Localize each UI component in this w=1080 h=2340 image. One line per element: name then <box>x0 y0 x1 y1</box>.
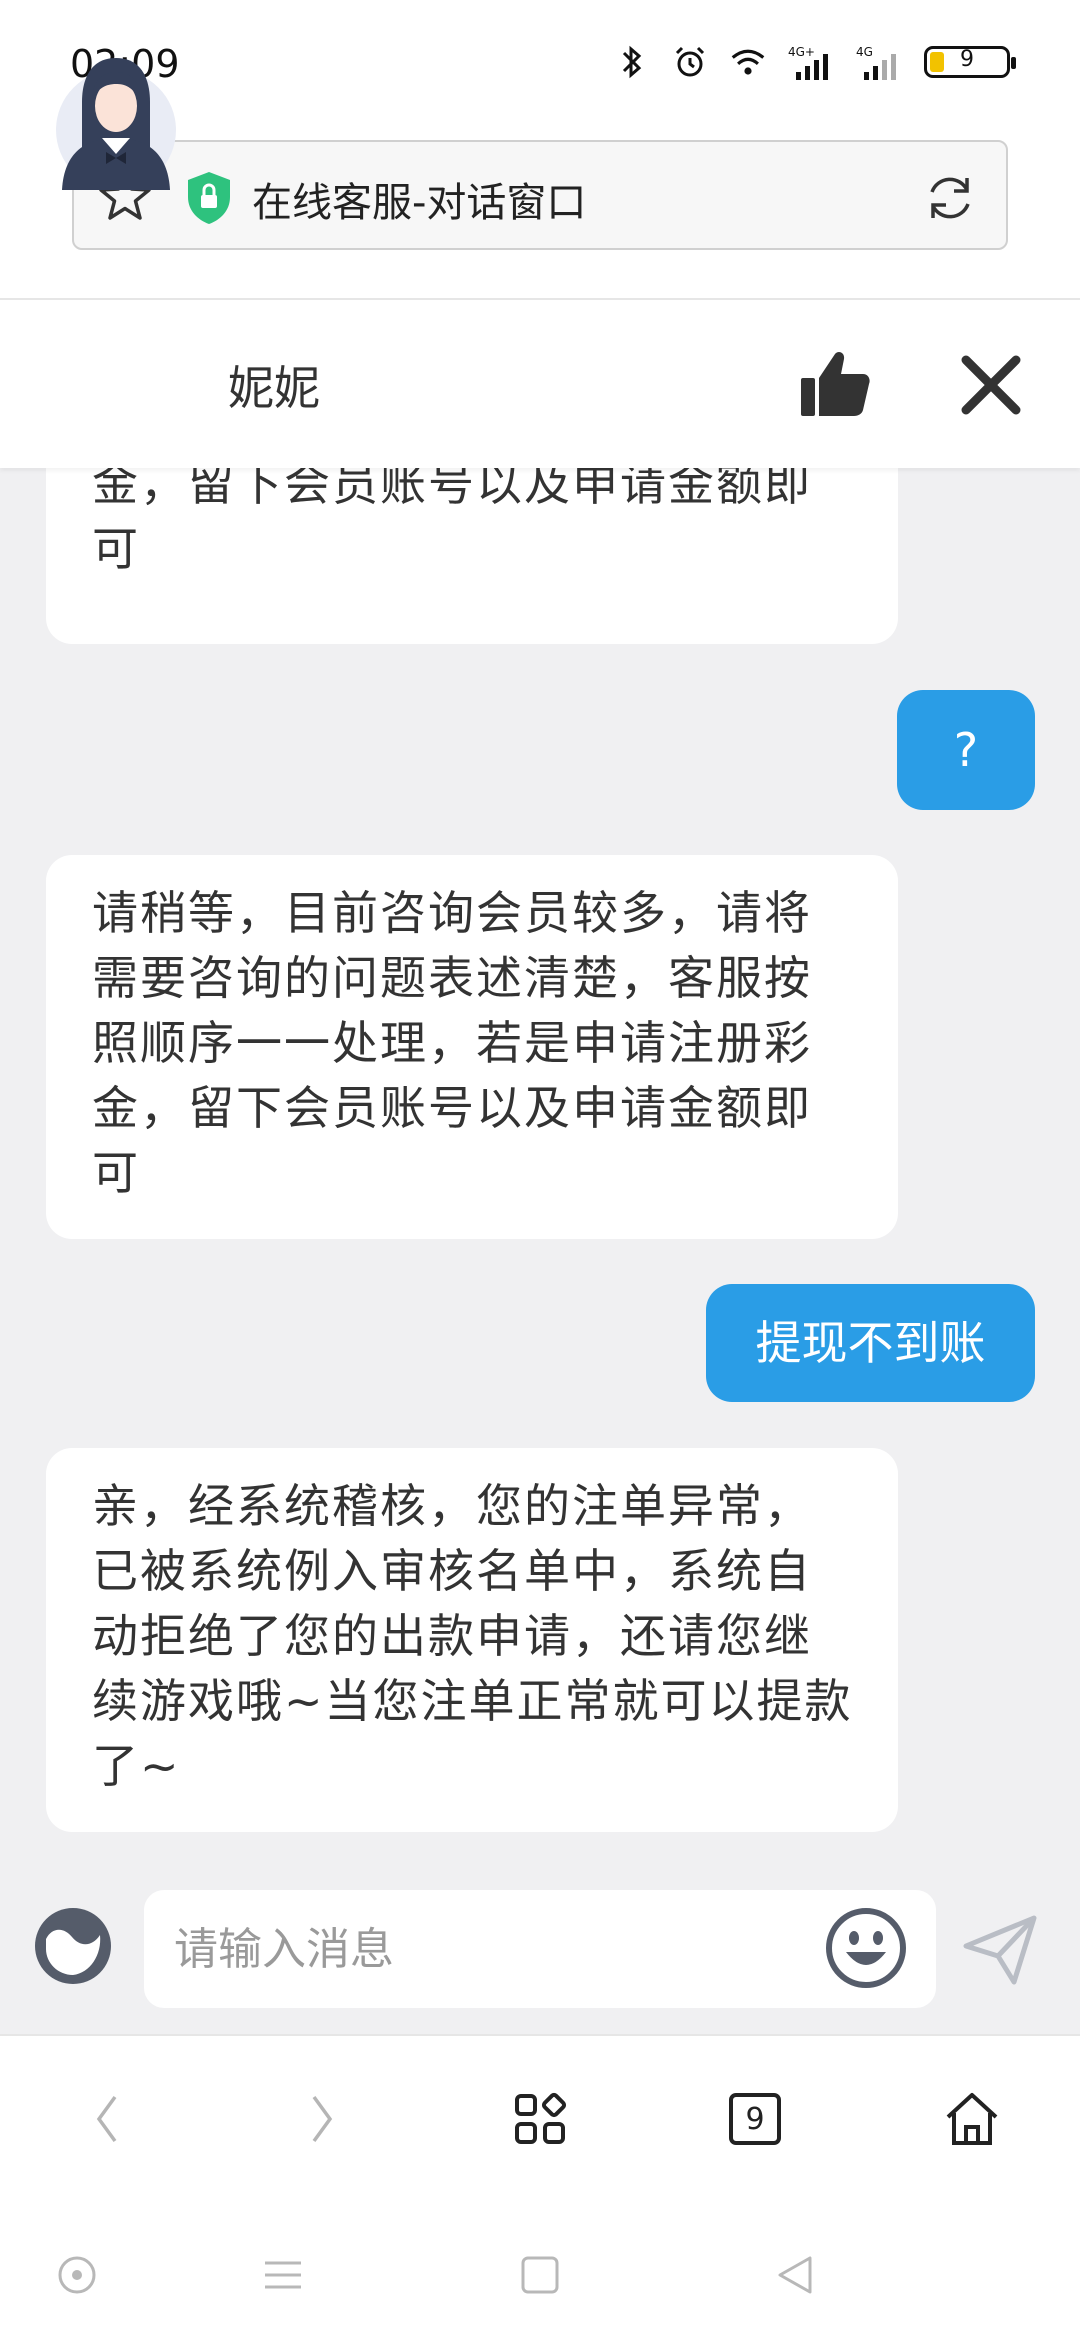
network-label-2: 4G <box>856 45 873 59</box>
agent-name: 妮妮 <box>228 361 320 415</box>
secure-shield-icon <box>188 172 230 224</box>
home-square-icon[interactable] <box>515 2250 565 2300</box>
chevron-right-icon <box>312 2095 333 2143</box>
chat-header: 妮妮 <box>0 300 1080 468</box>
system-nav-bar <box>0 2214 1080 2340</box>
wifi-icon <box>730 44 766 80</box>
menu-button[interactable] <box>505 2084 575 2154</box>
close-icon[interactable] <box>958 352 1024 418</box>
network-label-1: 4G+ <box>788 45 815 59</box>
signal-icon-2: 4G <box>856 44 902 80</box>
assistant-dot-icon[interactable] <box>52 2250 102 2300</box>
home-button[interactable] <box>937 2084 1007 2154</box>
user-message: 提现不到账 <box>706 1284 1035 1402</box>
thumbs-up-icon[interactable] <box>795 344 875 424</box>
bluetooth-icon <box>614 44 650 80</box>
chevron-left-icon <box>96 2095 117 2143</box>
refresh-icon[interactable] <box>920 168 980 228</box>
tabs-button[interactable]: 9 <box>720 2084 790 2154</box>
user-message: ? <box>897 690 1035 810</box>
home-icon <box>946 2093 998 2145</box>
agent-avatar <box>56 58 176 190</box>
message-line: 可 <box>92 522 140 576</box>
status-icons: 4G+ 4G 9 <box>614 44 1016 80</box>
apps-grid-icon <box>515 2092 567 2144</box>
assistant-plugin-icon[interactable] <box>32 1905 114 1987</box>
battery-level: 9 <box>960 47 974 72</box>
menu-lines-icon[interactable] <box>258 2250 308 2300</box>
address-bar[interactable]: 在线客服-对话窗口 <box>72 140 1008 250</box>
battery-icon: 9 <box>924 46 1016 78</box>
tab-count: 9 <box>729 2093 781 2145</box>
agent-message-partial: 金，留下会员账号以及申请金额即 可 <box>46 438 898 644</box>
agent-message: 亲，经系统稽核，您的注单异常，已被系统例入审核名单中，系统自动拒绝了您的出款申请… <box>46 1448 898 1832</box>
forward-button[interactable] <box>287 2084 357 2154</box>
signal-icon-1: 4G+ <box>788 44 834 80</box>
back-button[interactable] <box>72 2084 142 2154</box>
page-title: 在线客服-对话窗口 <box>252 180 587 226</box>
send-icon[interactable] <box>962 1912 1038 1988</box>
back-triangle-icon[interactable] <box>770 2250 820 2300</box>
message-composer <box>0 1868 1080 2032</box>
alarm-icon <box>672 44 708 80</box>
message-input[interactable] <box>144 1890 936 2008</box>
browser-nav: 9 <box>0 2034 1080 2216</box>
agent-message: 请稍等，目前咨询会员较多，请将需要咨询的问题表述清楚，客服按照顺序一一处理，若是… <box>46 855 898 1239</box>
emoji-icon[interactable] <box>824 1906 908 1990</box>
